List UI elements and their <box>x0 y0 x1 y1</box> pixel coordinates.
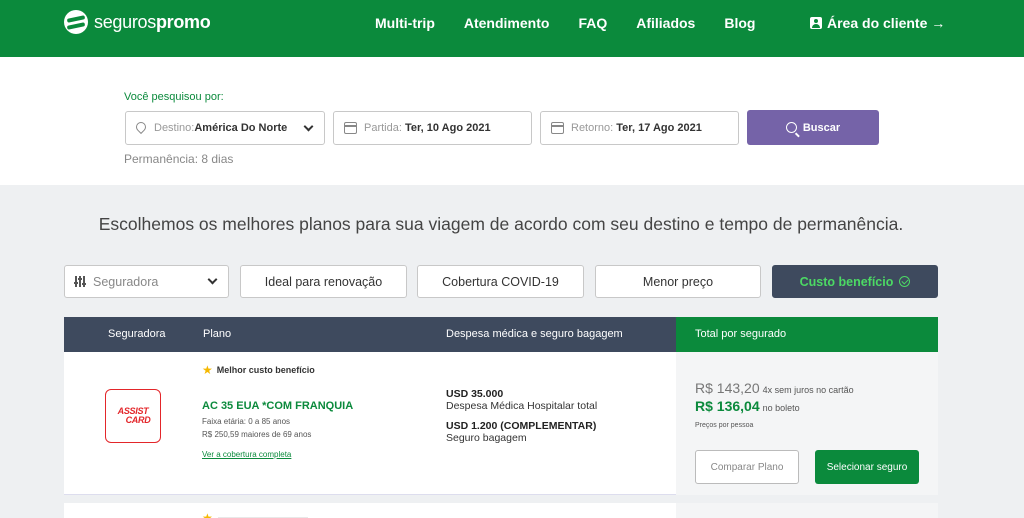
price-card-note: 4x sem juros no cartão <box>762 385 854 395</box>
select-insurance-button[interactable]: Selecionar seguro <box>815 450 919 484</box>
logo-text-bold: promo <box>155 11 211 32</box>
nav-multi-trip[interactable]: Multi-trip <box>375 15 435 31</box>
filter-best-value-button[interactable]: Custo benefício <box>772 265 938 298</box>
return-label: Retorno: <box>571 122 614 134</box>
price-card-installments: R$ 143,20 4x sem juros no cartão <box>695 380 854 396</box>
logo-text: segurospromo <box>94 11 211 33</box>
col-header-insurer: Seguradora <box>108 328 166 340</box>
filter-renewal-button[interactable]: Ideal para renovação <box>240 265 407 298</box>
insurer-logo-line2: CARD <box>125 415 151 425</box>
calendar-icon <box>551 122 564 134</box>
insurer-filter-placeholder: Seguradora <box>93 274 159 289</box>
price-panel <box>676 503 938 518</box>
plan-result-card: ASSIST CARD ★ Melhor custo benefício AC … <box>64 352 938 495</box>
star-icon: ★ <box>202 363 213 377</box>
insurer-logo: ASSIST CARD <box>105 389 161 443</box>
col-header-total: Total por segurado <box>676 317 938 352</box>
plan-result-card: ★ <box>64 503 938 518</box>
baggage-amount: USD 1.200 (COMPLEMENTAR) <box>446 420 597 432</box>
filter-lowest-price-button[interactable]: Menor preço <box>595 265 761 298</box>
return-value: Ter, 17 Ago 2021 <box>616 122 702 134</box>
client-area-label: Área do cliente → <box>827 15 946 31</box>
destination-value: América Do Norte <box>194 122 288 134</box>
results-headline: Escolhemos os melhores planos para sua v… <box>98 214 904 234</box>
search-icon <box>785 122 797 133</box>
user-icon <box>810 17 822 29</box>
price-card-value: R$ 143,20 <box>695 380 760 396</box>
col-header-plan: Plano <box>203 328 232 340</box>
nav-blog[interactable]: Blog <box>724 15 755 31</box>
calendar-icon <box>344 122 357 134</box>
search-button-label: Buscar <box>802 121 841 134</box>
plan-extra-age-price: R$ 250,59 maiores de 69 anos <box>202 430 312 439</box>
chevron-down-icon <box>207 274 218 285</box>
logo-icon <box>64 10 88 34</box>
full-coverage-link[interactable]: Ver a cobertura completa <box>202 450 291 459</box>
check-circle-icon <box>899 276 911 287</box>
return-date-field[interactable]: Retorno: Ter, 17 Ago 2021 <box>540 111 739 145</box>
price-boleto-note: no boleto <box>762 403 800 413</box>
star-icon: ★ <box>202 511 213 518</box>
searched-label: Você pesquisou por: <box>124 91 224 103</box>
col-header-expenses: Despesa médica e seguro bagagem <box>446 328 623 340</box>
medical-amount: USD 35.000 <box>446 388 504 400</box>
location-pin-icon <box>136 122 146 135</box>
nav-afiliados[interactable]: Afiliados <box>636 15 695 31</box>
chevron-down-icon <box>303 121 314 132</box>
compare-plan-button[interactable]: Comparar Plano <box>695 450 799 484</box>
best-value-badge-label: Melhor custo benefício <box>216 365 315 375</box>
search-panel: Você pesquisou por: Destino: América Do … <box>0 57 1024 185</box>
top-header: segurospromo Multi-trip Atendimento FAQ … <box>0 0 1024 57</box>
logo-text-light: seguros <box>94 11 156 32</box>
insurer-filter-select[interactable]: Seguradora <box>64 265 229 298</box>
stay-duration: Permanência: 8 dias <box>124 152 234 166</box>
plan-name: AC 35 EUA *COM FRANQUIA <box>202 400 354 412</box>
price-boleto: R$ 136,04 no boleto <box>695 398 800 414</box>
price-panel: R$ 143,20 4x sem juros no cartão R$ 136,0… <box>676 352 938 495</box>
medical-description: Despesa Médica Hospitalar total <box>446 400 598 412</box>
filter-covid-button[interactable]: Cobertura COVID-19 <box>417 265 584 298</box>
destination-select[interactable]: Destino: América Do Norte <box>125 111 325 145</box>
baggage-description: Seguro bagagem <box>446 432 527 444</box>
filter-best-value-label: Custo benefício <box>799 274 894 289</box>
nav-faq[interactable]: FAQ <box>578 15 607 31</box>
search-button[interactable]: Buscar <box>747 110 879 145</box>
logo[interactable]: segurospromo <box>64 10 211 34</box>
price-boleto-value: R$ 136,04 <box>695 398 760 414</box>
plan-age-range: Faixa etária: 0 a 85 anos <box>202 417 291 426</box>
destination-label: Destino: <box>154 122 195 134</box>
departure-value: Ter, 10 Ago 2021 <box>404 122 491 134</box>
client-area-link[interactable]: Área do cliente → <box>810 15 945 31</box>
main-nav: Multi-trip Atendimento FAQ Afiliados Blo… <box>375 15 784 31</box>
per-person-note: Preços por pessoa <box>695 422 754 429</box>
sliders-icon <box>73 276 86 287</box>
departure-date-field[interactable]: Partida: Ter, 10 Ago 2021 <box>333 111 532 145</box>
nav-atendimento[interactable]: Atendimento <box>464 15 550 31</box>
best-value-badge: ★ Melhor custo benefício <box>202 363 315 377</box>
departure-label: Partida: <box>364 122 402 134</box>
results-table-header: Seguradora Plano Despesa médica e seguro… <box>64 317 938 352</box>
